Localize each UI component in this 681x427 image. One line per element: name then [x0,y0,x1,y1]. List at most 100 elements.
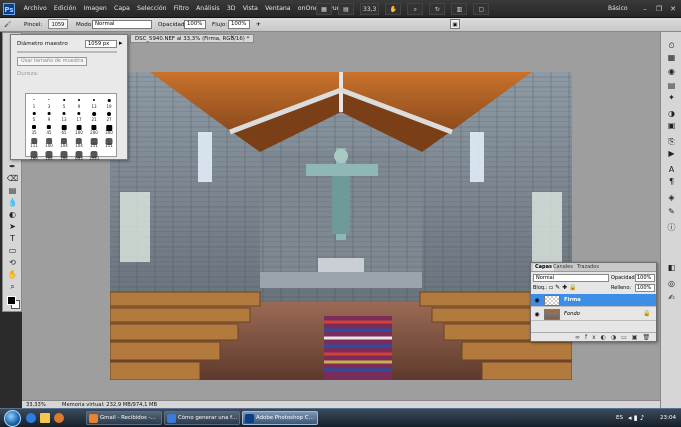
minimize-icon[interactable]: – [640,3,650,15]
taskbar-item-gmail[interactable]: Gmail - Recibidos -… [86,411,162,425]
brush-preset[interactable]: 5 [57,95,71,109]
brush-preset[interactable]: 27 [102,108,116,122]
brush-preset[interactable]: 1033 [87,147,101,161]
tray-icons[interactable]: ◂ ▮ ♪ [628,411,644,426]
workspace-selector[interactable]: Básico [608,3,628,15]
zoom-tool-icon[interactable]: ⌕ [6,281,19,292]
character-icon[interactable]: A [665,164,678,175]
menu-item[interactable]: Vista [239,4,261,14]
foreground-color-swatch[interactable] [7,296,16,305]
menu-item[interactable]: Imagen [80,4,111,14]
layer-row[interactable]: ◉ Firma [531,294,656,307]
blur-tool-icon[interactable]: 💧 [6,197,19,208]
screen-mode-icon[interactable]: ▢ [473,3,490,15]
menu-item[interactable]: Filtro [170,4,192,14]
brush-preset[interactable]: 200 [87,121,101,135]
brush-preset[interactable]: 9 [72,95,86,109]
brush-preset[interactable]: 13 [57,108,71,122]
brush-preset[interactable]: 1 [27,95,41,109]
taskbar-item-photoshop[interactable]: Adobe Photoshop C… [242,411,318,425]
rotate-view-icon[interactable]: ↻ [429,3,446,15]
brush-preset[interactable]: 45 [42,121,56,135]
brush-preset[interactable]: 111 [27,134,41,148]
flow-input[interactable]: 100% [228,20,250,29]
swatches-icon[interactable]: ▤ [665,80,678,91]
brush-preset[interactable]: 111 [102,134,116,148]
layers-icon[interactable]: ◧ [665,262,678,273]
brush-preset[interactable]: 104 [42,147,56,161]
tab-canales[interactable]: Canales [551,264,575,271]
clock[interactable]: 23:04 [660,411,676,426]
shape-tool-icon[interactable]: ▭ [6,245,19,256]
tab-trazados[interactable]: Trazados [575,264,601,271]
minibridge-icon[interactable]: ▤ [338,3,354,15]
brush-preset[interactable]: 100 [42,134,56,148]
brush-preset-picker[interactable]: 1059 [48,19,68,29]
panel-menu-icon[interactable]: ▸ [119,39,123,47]
brush-preset[interactable]: 17 [72,108,86,122]
eraser-tool-icon[interactable]: ⌫ [6,173,19,184]
menu-item[interactable]: Análisis [192,4,223,14]
document-tab[interactable]: DSC_5940.NEF al 33,3% (Firma, RGB/16) * [130,34,255,43]
layer-row[interactable]: ◉ Fondo 🔒 [531,308,656,321]
close-icon[interactable]: ✕ [230,34,235,41]
restore-icon[interactable]: ❐ [654,3,664,15]
menu-item[interactable]: Edición [50,4,80,14]
type-tool-icon[interactable]: T [6,233,19,244]
brush-preset[interactable]: 13 [87,95,101,109]
brush-preset[interactable]: 21 [87,108,101,122]
brush-preset[interactable]: 19 [102,95,116,109]
diameter-input[interactable]: 1059 px [85,40,117,48]
brush-preset[interactable]: 643 [72,147,86,161]
clone-source-icon[interactable]: ⎘ [665,136,678,147]
tablet-pressure-icon[interactable]: ▣ [450,19,460,29]
brush-preset[interactable]: 104 [57,134,71,148]
arrange-documents-icon[interactable]: ▥ [451,3,468,15]
brush-preset[interactable]: 3 [42,95,56,109]
3d-rotate-icon[interactable]: ⟲ [6,257,19,268]
layers-footer-buttons[interactable]: ∞fx◐◑▭▣🗑 [531,332,656,341]
brush-preset[interactable]: 100 [72,121,86,135]
diameter-slider[interactable] [17,51,117,53]
layer-name[interactable]: Firma [564,296,581,305]
adjustments-icon[interactable]: ◑ [665,108,678,119]
styles-icon[interactable]: ✦ [665,92,678,103]
menu-item[interactable]: Capa [110,4,133,14]
info-icon[interactable]: ⓘ [665,222,678,233]
3d-icon[interactable]: ◈ [665,192,678,203]
folder-icon[interactable] [40,413,50,423]
taskbar-item-browser[interactable]: Cómo generar una f… [164,411,240,425]
layer-name[interactable]: Fondo [564,310,580,319]
history-icon[interactable]: ⏲ [665,40,678,51]
brush-preset[interactable]: 104 [72,134,86,148]
brush-tool-icon[interactable]: 🖌 [4,20,11,30]
pen-tool-icon[interactable]: ✒ [6,161,19,172]
start-button[interactable] [4,410,21,427]
menu-item[interactable]: Selección [133,4,170,14]
use-sample-size-button[interactable]: Usar tamaño de muestra [17,57,88,66]
menu-item[interactable]: 3D [223,4,239,14]
dodge-tool-icon[interactable]: ◐ [6,209,19,220]
masks-icon[interactable]: ▣ [665,120,678,131]
hand-icon[interactable]: ✋ [385,3,402,15]
brushes-icon[interactable]: ✎ [665,206,678,217]
brush-preset[interactable]: 65 [57,121,71,135]
eye-icon[interactable]: ◉ [533,311,541,318]
opacity-input[interactable]: 100% [184,20,206,29]
paragraph-icon[interactable]: ¶ [665,176,678,187]
navigator-icon[interactable]: ▦ [665,52,678,63]
fill-input[interactable]: 100% [635,284,655,292]
menu-item[interactable]: Archivo [20,4,50,14]
path-selection-icon[interactable]: ➤ [6,221,19,232]
lock-icons[interactable]: ▫✎✚🔒 [549,284,579,292]
gradient-tool-icon[interactable]: ▤ [6,185,19,196]
layer-opacity-input[interactable]: 100% [635,274,655,282]
blend-mode-select[interactable]: Normal [533,274,609,282]
color-icon[interactable]: ◉ [665,66,678,77]
paths-icon[interactable]: ✍ [665,292,678,303]
eye-icon[interactable]: ◉ [533,297,541,304]
zoom-level[interactable]: 33,3 [360,3,380,15]
media-icon[interactable] [54,413,64,423]
brush-preset[interactable]: 111 [87,134,101,148]
ie-icon[interactable] [26,413,36,423]
